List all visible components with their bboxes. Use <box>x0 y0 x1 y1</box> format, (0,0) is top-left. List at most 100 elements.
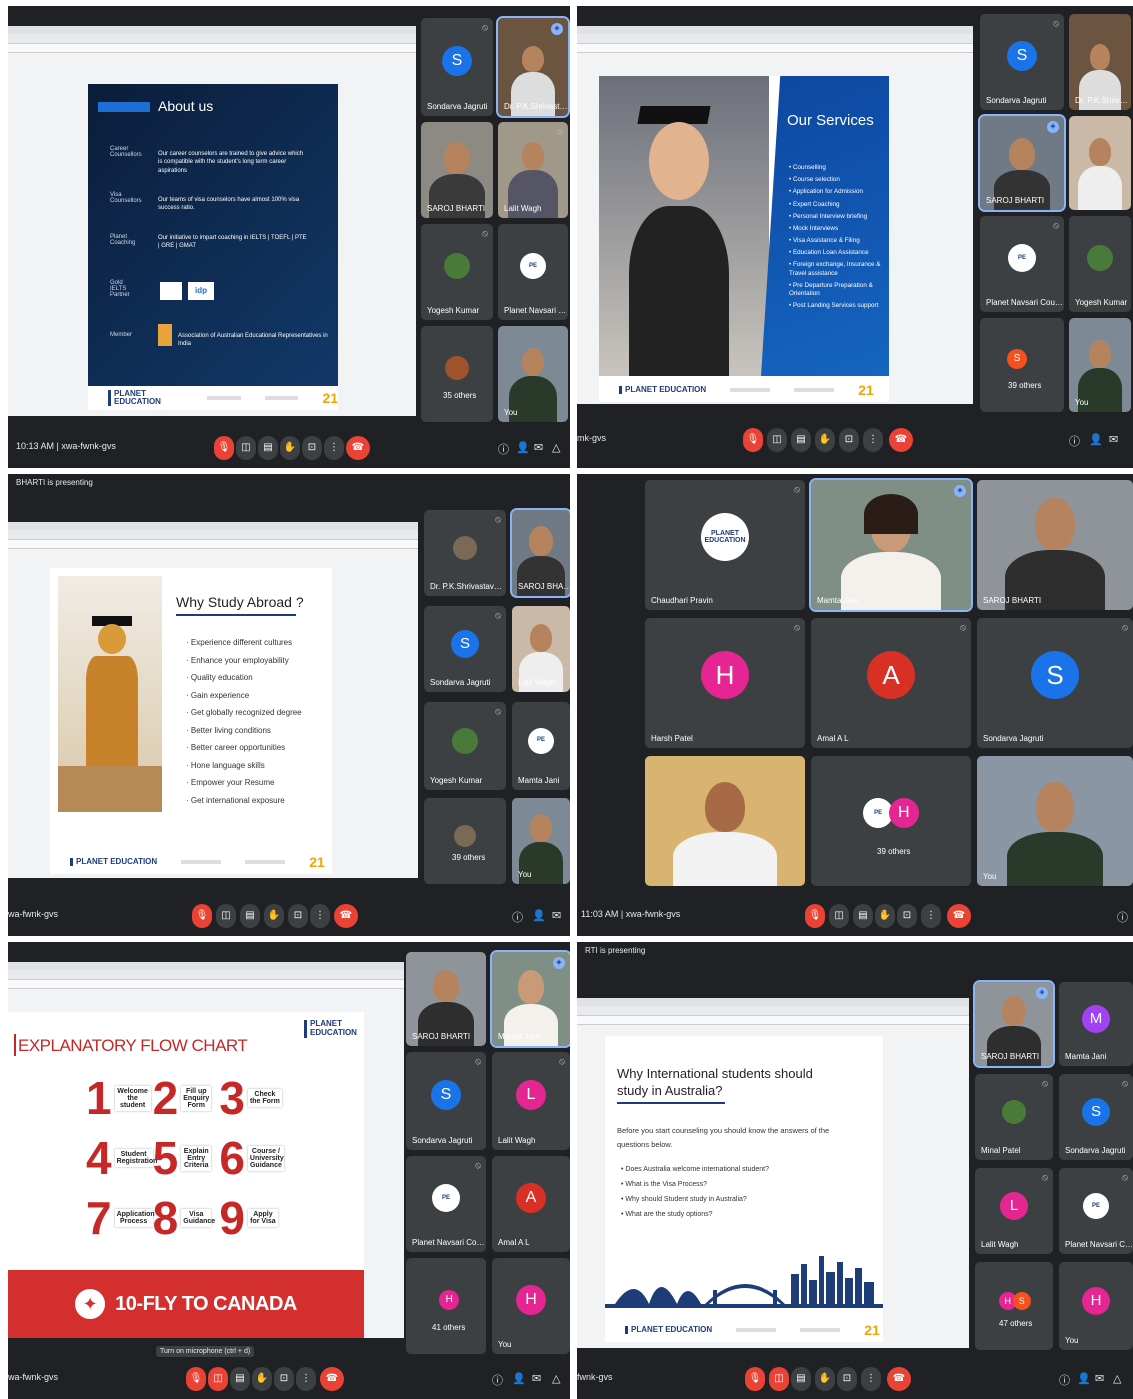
captions-button[interactable]: ▤ <box>791 428 811 452</box>
participant-tile[interactable] <box>1069 116 1131 210</box>
participant-tile[interactable]: ◈ Mamta Jani <box>809 478 973 612</box>
participant-tile[interactable]: S ⦸ Sondarva Jagruti <box>1059 1074 1133 1160</box>
participant-tile[interactable]: ⦸ Yogesh Kumar <box>421 224 493 320</box>
participant-tile[interactable]: PE ⦸ Planet Navsari Counse... <box>980 216 1064 312</box>
participant-tile[interactable]: Yogesh Kumar <box>1069 216 1131 312</box>
others-tile[interactable]: S 39 others <box>980 318 1064 412</box>
camera-toggle-button[interactable]: ◫ <box>767 428 787 452</box>
participant-tile[interactable]: Dr. P.K.Shrivastava <box>1069 14 1131 110</box>
participant-tile[interactable]: S ⦸ Sondarva Jagruti <box>977 618 1133 748</box>
present-button[interactable]: ⊡ <box>274 1367 294 1391</box>
participant-tile[interactable]: S ⦸ Sondarva Jagruti <box>406 1052 486 1150</box>
participant-tile[interactable]: SAROJ BHARTI <box>510 508 570 598</box>
people-icon[interactable]: 👤 <box>532 909 546 922</box>
camera-toggle-button[interactable]: ◫ <box>829 904 849 928</box>
raise-hand-button[interactable]: ✋ <box>875 904 895 928</box>
participant-tile[interactable]: ◈ Dr. P.K.Shrivastava AC... <box>496 16 570 118</box>
participant-tile[interactable]: S ⦸ Sondarva Jagruti <box>424 606 506 692</box>
captions-button[interactable]: ▤ <box>258 436 278 460</box>
participant-tile[interactable]: PE ⦸ Planet Navsari Counse... <box>1059 1168 1133 1254</box>
participant-tile[interactable]: PLANET EDUCATION ⦸ Chaudhari Pravin <box>645 480 805 610</box>
self-tile[interactable]: H You <box>492 1258 570 1354</box>
self-tile[interactable]: You <box>498 326 568 422</box>
people-icon[interactable]: 👤 <box>1077 1372 1091 1385</box>
participant-tile[interactable]: PE Planet Navsari Counse... <box>498 224 568 320</box>
participant-tile[interactable]: ◈ SAROJ BHARTI <box>973 980 1055 1068</box>
info-icon[interactable]: ⓘ <box>492 1372 503 1388</box>
self-tile[interactable]: You <box>977 756 1133 886</box>
present-button[interactable]: ⊡ <box>839 428 859 452</box>
info-icon[interactable]: ⓘ <box>1069 433 1080 449</box>
raise-hand-button[interactable]: ✋ <box>252 1367 272 1391</box>
present-button[interactable]: ⊡ <box>897 904 917 928</box>
participant-tile[interactable]: ⦸ Minal Patel <box>975 1074 1053 1160</box>
chat-icon[interactable]: ✉ <box>534 441 543 454</box>
more-options-button[interactable]: ⋮ <box>921 904 941 928</box>
end-call-button[interactable]: ☎ <box>320 1367 344 1391</box>
self-tile[interactable]: H You <box>1059 1262 1133 1350</box>
mic-toggle-button[interactable]: 🎙 <box>743 428 763 452</box>
participant-tile[interactable]: A Amal A L <box>492 1156 570 1252</box>
participant-tile[interactable]: PE Mamta Jani <box>512 702 570 790</box>
participant-tile[interactable]: ◈ Mamta Jani <box>490 950 570 1048</box>
participant-tile[interactable]: PE ⦸ Planet Navsari Counse... <box>406 1156 486 1252</box>
people-icon[interactable]: 👤 <box>516 441 530 454</box>
participant-tile[interactable]: SAROJ BHARTI <box>421 122 493 218</box>
end-call-button[interactable]: ☎ <box>334 904 358 928</box>
participant-tile[interactable]: ⦸ Dr. P.K.Shrivastava AC... <box>424 510 506 596</box>
raise-hand-button[interactable]: ✋ <box>815 1367 835 1391</box>
activities-icon[interactable]: △ <box>1113 1372 1121 1385</box>
info-icon[interactable]: ⓘ <box>1117 909 1128 925</box>
participant-tile[interactable]: M Mamta Jani <box>1059 982 1133 1066</box>
chat-icon[interactable]: ✉ <box>532 1372 541 1385</box>
more-options-button[interactable]: ⋮ <box>863 428 883 452</box>
captions-button[interactable]: ▤ <box>853 904 873 928</box>
camera-toggle-button[interactable]: ◫ <box>769 1367 789 1391</box>
info-icon[interactable]: ⓘ <box>1059 1372 1070 1388</box>
participant-tile[interactable]: L ⦸ Lalit Wagh <box>492 1052 570 1150</box>
info-icon[interactable]: ⓘ <box>498 441 509 457</box>
participant-tile[interactable]: SAROJ BHARTI <box>977 480 1133 610</box>
mic-toggle-button[interactable]: 🎙 <box>214 436 234 460</box>
people-icon[interactable]: 👤 <box>512 1372 526 1385</box>
end-call-button[interactable]: ☎ <box>889 428 913 452</box>
participant-tile[interactable]: H ⦸ Harsh Patel <box>645 618 805 748</box>
mic-toggle-button[interactable]: 🎙 <box>186 1367 206 1391</box>
mic-toggle-button[interactable]: 🎙 <box>192 904 212 928</box>
participant-tile[interactable]: ◈ SAROJ BHARTI <box>978 114 1066 212</box>
participant-tile[interactable]: A ⦸ Amal A L <box>811 618 971 748</box>
mic-toggle-button[interactable]: 🎙 <box>805 904 825 928</box>
participant-tile[interactable]: S ⦸ Sondarva Jagruti <box>980 14 1064 110</box>
others-tile[interactable]: H 41 others <box>406 1258 486 1354</box>
self-tile[interactable]: You <box>512 798 570 884</box>
end-call-button[interactable]: ☎ <box>947 904 971 928</box>
participant-tile[interactable]: S ⦸ Sondarva Jagruti <box>421 18 493 116</box>
captions-button[interactable]: ▤ <box>230 1367 250 1391</box>
info-icon[interactable]: ⓘ <box>512 909 523 925</box>
participant-tile[interactable]: L ⦸ Lalit Wagh <box>975 1168 1053 1254</box>
others-tile[interactable]: 39 others <box>424 798 506 884</box>
activities-icon[interactable]: △ <box>552 441 560 454</box>
raise-hand-button[interactable]: ✋ <box>815 428 835 452</box>
participant-tile[interactable]: ⦸ Yogesh Kumar <box>424 702 506 790</box>
raise-hand-button[interactable]: ✋ <box>280 436 300 460</box>
captions-button[interactable]: ▤ <box>240 904 260 928</box>
captions-button[interactable]: ▤ <box>791 1367 811 1391</box>
camera-toggle-button[interactable]: ◫ <box>216 904 236 928</box>
camera-toggle-button[interactable]: ◫ <box>208 1367 228 1391</box>
end-call-button[interactable]: ☎ <box>346 436 370 460</box>
participant-tile[interactable]: Lalit Wagh <box>512 606 570 692</box>
others-tile[interactable]: PE H 39 others <box>811 756 971 886</box>
raise-hand-button[interactable]: ✋ <box>264 904 284 928</box>
participant-tile[interactable]: ⦸ Lalit Wagh <box>498 122 568 218</box>
people-icon[interactable]: 👤 <box>1089 433 1103 446</box>
present-button[interactable]: ⊡ <box>302 436 322 460</box>
others-tile[interactable]: H S 47 others <box>975 1262 1053 1350</box>
participant-tile[interactable] <box>645 756 805 886</box>
more-options-button[interactable]: ⋮ <box>296 1367 316 1391</box>
self-tile[interactable]: You <box>1069 318 1131 412</box>
more-options-button[interactable]: ⋮ <box>324 436 344 460</box>
present-button[interactable]: ⊡ <box>837 1367 857 1391</box>
mic-toggle-button[interactable]: 🎙 <box>745 1367 765 1391</box>
activities-icon[interactable]: △ <box>552 1372 560 1385</box>
